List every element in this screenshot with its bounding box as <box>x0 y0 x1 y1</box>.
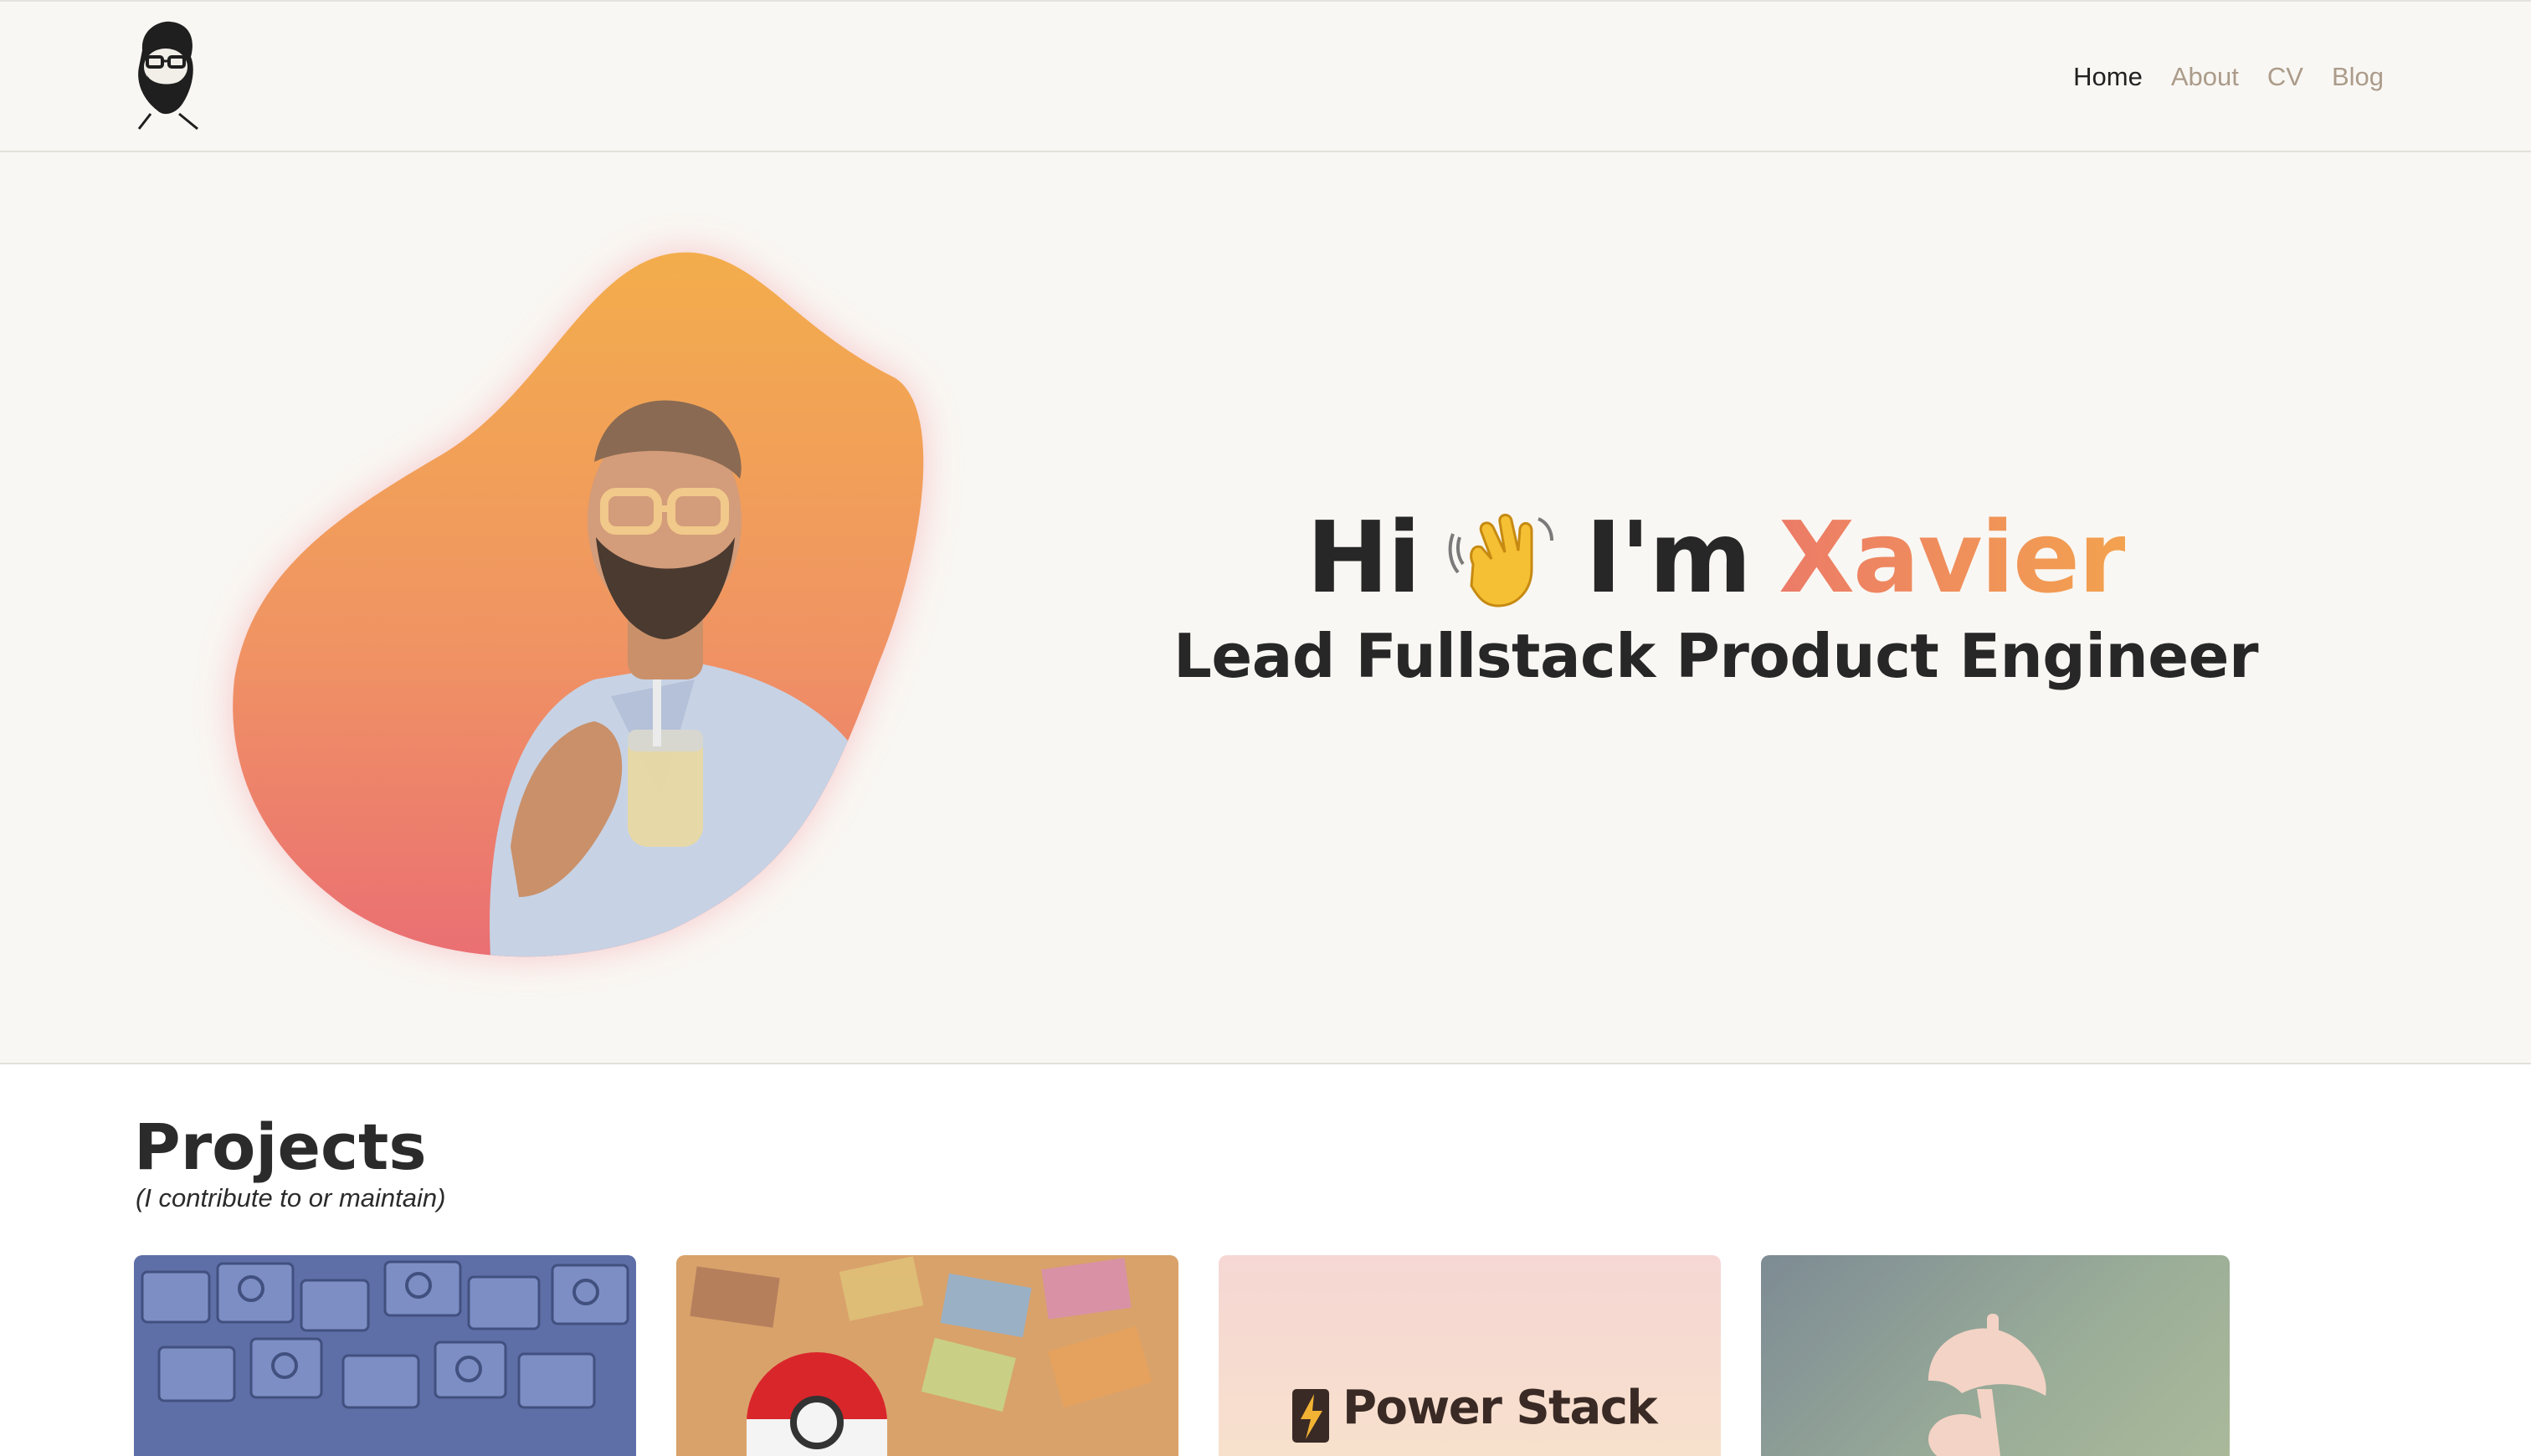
project-card-power-stack[interactable]: Power Stack <box>1219 1255 1721 1456</box>
greeting-hi: Hi <box>1306 500 1421 616</box>
beach-umbrella-image <box>1928 1314 2046 1456</box>
nav-about-link[interactable]: About <box>2171 62 2239 92</box>
bearded-face-avatar-icon[interactable] <box>127 17 203 131</box>
nav-blog-link[interactable]: Blog <box>2332 62 2384 92</box>
hero-greeting: Hi I'm Xavier <box>1155 500 2277 616</box>
hero-section: Hi I'm Xavier Lead Fullstack Product Eng… <box>0 152 2531 1064</box>
projects-subtitle: (I contribute to or maintain) <box>136 1183 446 1212</box>
hero-name: Xavier <box>1779 500 2127 616</box>
power-stack-label: Power Stack <box>1343 1381 1658 1435</box>
waving-hand-icon <box>1448 514 1553 608</box>
hero-portrait <box>159 211 996 1014</box>
project-card-umbrella[interactable] <box>1761 1255 2230 1456</box>
nav-cv-link[interactable]: CV <box>2267 62 2303 92</box>
projects-section: Projects (I contribute to or maintain) P… <box>0 1064 2531 1456</box>
projects-title: Projects <box>134 1110 427 1184</box>
project-card-pokemon[interactable] <box>676 1255 1178 1456</box>
project-card-lego[interactable] <box>134 1255 636 1456</box>
blue-lego-bricks-image <box>141 1260 629 1409</box>
nav-home-link[interactable]: Home <box>2073 62 2143 92</box>
nav-links: Home About CV Blog <box>2073 62 2384 92</box>
greeting-im: I'm <box>1585 500 1752 616</box>
hero-text: Hi I'm Xavier Lead Fullstack Product Eng… <box>1155 500 2277 691</box>
top-navbar: Home About CV Blog <box>0 0 2531 152</box>
hero-subtitle: Lead Fullstack Product Engineer <box>1173 621 2258 691</box>
lightning-battery-icon <box>1292 1389 1329 1443</box>
pokeball-cards-image <box>690 1256 1153 1456</box>
